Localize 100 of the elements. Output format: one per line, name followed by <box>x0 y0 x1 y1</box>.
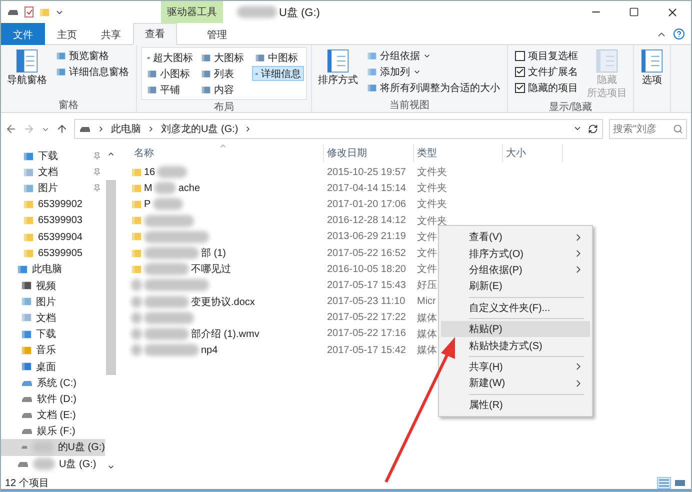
documents-icon <box>23 166 34 178</box>
menu-item[interactable]: 分组依据(P) <box>441 262 590 278</box>
menu-item[interactable]: 自定义文件夹(F)... <box>441 300 590 316</box>
large-icons-view-button[interactable] <box>673 477 687 489</box>
folder-icon <box>131 198 142 210</box>
breadcrumb[interactable]: 刘彦龙的U盘 (G:) <box>161 122 238 136</box>
sidebar-item[interactable]: 图片 <box>1 180 105 197</box>
date-cell-text: 2017-05-17 15:42 <box>326 344 407 356</box>
checkbox[interactable] <box>515 82 525 92</box>
pictures-icon <box>21 296 32 308</box>
checkbox[interactable] <box>515 50 525 60</box>
ribbon-tab[interactable]: 管理 <box>185 23 249 45</box>
sidebar-item[interactable]: 视频 <box>1 278 105 294</box>
checkbox-option[interactable]: 文件扩展名 <box>512 64 581 79</box>
help-icon[interactable] <box>673 28 685 40</box>
view-option[interactable]: 中图标 <box>252 50 304 65</box>
sidebar-item[interactable]: 65399904 <box>1 228 105 246</box>
pane-icon <box>56 66 66 76</box>
view-icon <box>255 52 265 62</box>
sidebar-label: 软件 (D:) <box>37 392 76 406</box>
sidebar-item[interactable]: 65399905 <box>1 245 105 262</box>
ribbon-button[interactable]: 将所有列调整为合适的大小 <box>364 80 503 95</box>
folder-icon <box>23 199 34 210</box>
sidebar-label: 视频 <box>36 280 56 293</box>
sidebar-item[interactable]: U盘 (G:) <box>1 456 105 472</box>
sidebar-item[interactable]: 65399903 <box>1 212 105 229</box>
dropdown-icon[interactable] <box>573 124 582 133</box>
menu-item[interactable]: 共享(H) <box>441 358 590 376</box>
menu-item[interactable]: 刷新(E) <box>441 278 590 295</box>
sidebar-label: 65399903 <box>38 215 82 226</box>
view-option[interactable]: 超大图标 <box>144 50 196 65</box>
ribbon-large-button[interactable]: 排序方式 <box>316 47 360 88</box>
dropdown-button[interactable]: 添加列 <box>364 64 503 79</box>
view-option[interactable]: 内容 <box>198 82 250 97</box>
folder-icon <box>131 166 142 178</box>
dropdown-button[interactable]: 分组依据 <box>364 48 503 63</box>
search-field[interactable]: 搜索"刘彦 <box>609 119 687 139</box>
folder-icon <box>23 232 34 243</box>
sidebar-item[interactable]: 软件 (D:) <box>1 390 105 407</box>
sidebar-label: 下载 <box>36 328 56 342</box>
sidebar-item[interactable]: 图片 <box>1 294 105 310</box>
up-button[interactable] <box>56 123 68 135</box>
view-option[interactable]: 详细信息 <box>252 66 304 81</box>
sidebar-item[interactable]: 系统 (C:) <box>1 374 105 391</box>
sidebar-item[interactable]: 文档 (E:) <box>1 407 105 424</box>
back-button[interactable] <box>5 123 17 135</box>
ribbon-tab[interactable]: 文件 <box>1 23 45 45</box>
sidebar-item[interactable]: 65399902 <box>1 196 105 213</box>
sidebar-item[interactable]: 此电脑 <box>1 261 105 278</box>
file-name: 部 (1) <box>201 246 226 260</box>
window-title: U盘 (G:) <box>237 4 320 20</box>
sidebar-item[interactable]: 下载 <box>1 148 105 164</box>
view-option[interactable]: 小图标 <box>144 66 196 81</box>
scrollbar-thumb[interactable] <box>106 180 116 375</box>
sidebar-item[interactable]: 娱乐 (F:) <box>1 423 105 440</box>
ribbon-button[interactable]: 预览窗格 <box>53 48 132 63</box>
refresh-icon[interactable] <box>588 124 598 134</box>
sidebar-item[interactable]: 文档 <box>1 310 105 326</box>
sidebar-item[interactable]: 的U盘 (G:) <box>1 439 105 456</box>
scroll-up-icon[interactable] <box>107 150 115 158</box>
view-option[interactable]: 大图标 <box>198 50 250 65</box>
ribbon-tab[interactable]: 共享 <box>89 23 133 45</box>
details-view-button[interactable] <box>657 477 671 489</box>
ribbon-large-button[interactable]: 导航窗格 <box>5 47 49 88</box>
file-name: 16 <box>144 166 156 178</box>
sidebar-item[interactable]: 文档 <box>1 164 105 180</box>
blurred-area <box>237 6 277 18</box>
sidebar-label: 系统 (C:) <box>37 376 76 390</box>
menu-item[interactable]: 粘贴(P) <box>441 320 590 338</box>
sidebar-item[interactable]: 音乐 <box>1 342 105 358</box>
chevron-icon <box>97 125 105 133</box>
sidebar-item[interactable]: 下载 <box>1 326 105 342</box>
sidebar-label: U盘 (G:) <box>59 458 96 471</box>
menu-item[interactable]: 属性(R) <box>441 396 590 413</box>
address-bar[interactable]: 此电脑 刘彦龙的U盘 (G:) <box>74 119 603 139</box>
view-option[interactable]: 列表 <box>198 66 250 81</box>
column-header[interactable]: 修改日期 <box>324 144 414 162</box>
checkbox[interactable] <box>515 66 525 76</box>
type-cell-text: 好压 <box>416 279 437 292</box>
menu-item[interactable]: 排序方式(O) <box>441 245 590 262</box>
sidebar-item[interactable]: 桌面 <box>1 358 105 375</box>
download-folder-icon <box>23 150 34 162</box>
checkbox-option[interactable]: 隐藏的项目 <box>512 80 581 95</box>
checkbox-option[interactable]: 项目复选框 <box>512 48 581 63</box>
breadcrumb[interactable]: 此电脑 <box>111 122 141 136</box>
ribbon-tab[interactable]: 主页 <box>45 23 89 45</box>
scroll-down-icon[interactable] <box>107 463 115 471</box>
type-cell-text: 文件夹 <box>416 182 447 196</box>
menu-item[interactable]: 查看(V) <box>441 229 590 246</box>
menu-item[interactable]: 粘贴快捷方式(S) <box>441 337 590 354</box>
column-header[interactable]: 类型 <box>414 144 503 162</box>
ribbon-button[interactable]: 详细信息窗格 <box>53 64 132 79</box>
view-option[interactable]: 平铺 <box>144 82 196 97</box>
ribbon-large-button[interactable]: 选项 <box>638 47 666 88</box>
menu-item[interactable]: 新建(W) <box>441 375 590 392</box>
column-header[interactable]: 大小 <box>503 144 563 162</box>
ribbon-tab[interactable]: 查看 <box>133 23 177 45</box>
drive-icon <box>79 125 91 133</box>
column-header[interactable]: 名称 <box>131 144 324 162</box>
column-icon <box>367 50 377 60</box>
